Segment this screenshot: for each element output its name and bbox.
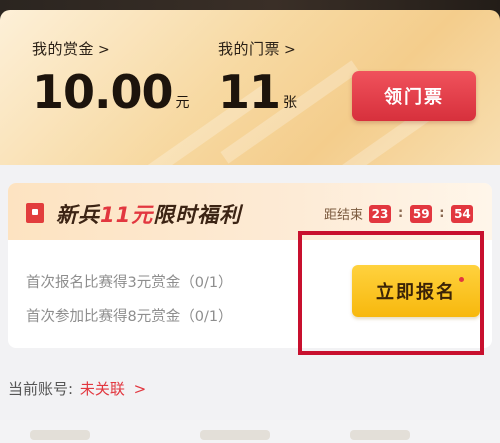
account-label: 当前账号: [8, 380, 74, 398]
account-status: 未关联 [79, 380, 125, 398]
countdown-label: 距结束 [324, 208, 364, 223]
welfare-header: 新兵11元限时福利 距结束 23 : 59 : 54 [8, 183, 492, 240]
tickets-unit: 张 [283, 95, 298, 111]
faded-item [350, 430, 410, 440]
tickets-label-row[interactable]: 我的门票 > [218, 38, 297, 59]
tickets-amount: 11 张 [218, 69, 297, 115]
account-link-row[interactable]: 当前账号: 未关联 > [8, 378, 146, 399]
tickets-section[interactable]: 我的门票 > 11 张 [218, 38, 297, 115]
faded-item [30, 430, 90, 440]
task-list: 首次报名比赛得3元赏金（0/1） 首次参加比赛得8元赏金（0/1） [26, 266, 233, 334]
wallet-card: 我的赏金 > 10.00 元 我的门票 > 11 张 领门票 [0, 10, 500, 165]
countdown-minutes: 59 [410, 204, 433, 223]
chevron-right-icon: > [98, 42, 111, 58]
welfare-title-highlight: 11元 [100, 203, 154, 227]
bounty-unit: 元 [175, 95, 190, 111]
bounty-section[interactable]: 我的赏金 > 10.00 元 [32, 38, 190, 115]
bounty-value: 10.00 [32, 65, 174, 119]
bounty-label: 我的赏金 [32, 40, 95, 58]
bottom-content-peek [0, 420, 500, 443]
claim-tickets-button[interactable]: 领门票 [352, 71, 476, 121]
welfare-title-prefix: 新兵 [56, 203, 100, 227]
countdown-timer: 距结束 23 : 59 : 54 [324, 204, 474, 223]
page: 我的赏金> 10.00 元 我的门票> 11 张 领门票 新兵11元限时福利 [0, 0, 500, 443]
notification-dot [459, 277, 464, 282]
welfare-title: 新兵11元限时福利 [56, 199, 241, 229]
tickets-value: 11 [218, 65, 281, 119]
countdown-seconds: 54 [451, 204, 474, 223]
faded-item [200, 430, 270, 440]
tickets-label: 我的门票 [218, 40, 281, 58]
sign-up-label: 立即报名 [376, 282, 456, 303]
task-item: 首次报名比赛得3元赏金（0/1） [26, 275, 233, 291]
countdown-hours: 23 [369, 204, 392, 223]
welfare-title-suffix: 限时福利 [153, 203, 242, 227]
gift-icon [26, 203, 44, 223]
task-item: 首次参加比赛得8元赏金（0/1） [26, 309, 233, 325]
chevron-right-icon: > [133, 380, 147, 398]
countdown-separator: : [439, 206, 445, 221]
chevron-right-icon: > [284, 42, 297, 58]
sign-up-now-button[interactable]: 立即报名 [352, 265, 480, 317]
countdown-separator: : [398, 206, 404, 221]
bounty-label-row[interactable]: 我的赏金 > [32, 38, 190, 59]
bounty-amount: 10.00 元 [32, 69, 190, 115]
